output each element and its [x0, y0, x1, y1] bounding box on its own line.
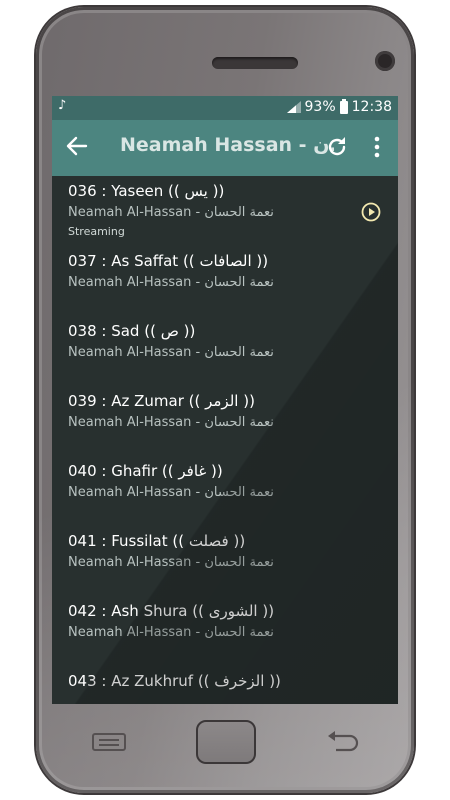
list-item[interactable]: 041 : Fussilat (( فصلت )) Neamah Al-Hass… — [52, 526, 398, 596]
list-item[interactable]: 038 : Sad (( ص )) Neamah Al-Hassan - نعم… — [52, 316, 398, 386]
track-title: 043 : Az Zukhruf (( الزخرف )) — [68, 672, 281, 690]
list-item[interactable]: 037 : As Saffat (( الصافات )) Neamah Al-… — [52, 246, 398, 316]
track-subtitle: Neamah Al-Hassan - نعمة الحسان — [68, 345, 274, 360]
list-item[interactable]: 039 : Az Zumar (( الزمر )) Neamah Al-Has… — [52, 386, 398, 456]
track-subtitle: Neamah Al-Hassan - نعمة الحسان — [68, 555, 274, 570]
list-item[interactable]: 042 : Ash Shura (( الشورى )) Neamah Al-H… — [52, 596, 398, 666]
menu-key-icon[interactable] — [92, 733, 126, 751]
battery-icon — [339, 98, 348, 114]
track-subtitle: Neamah Al-Hassan - نعمة الحسان — [68, 625, 274, 640]
speaker-grille — [212, 57, 298, 69]
back-key-icon[interactable] — [326, 730, 360, 752]
track-title: 036 : Yaseen (( يس )) — [68, 182, 225, 200]
clock: 12:38 — [351, 99, 392, 115]
streaming-status: Streaming — [68, 225, 125, 238]
play-icon[interactable] — [361, 202, 381, 222]
more-vert-icon[interactable] — [370, 134, 384, 160]
track-subtitle: Neamah Al-Hassan - نعمة الحسان — [68, 205, 274, 220]
track-title: 041 : Fussilat (( فصلت )) — [68, 532, 246, 550]
track-title: 037 : As Saffat (( الصافات )) — [68, 252, 269, 270]
signal-icon — [286, 101, 301, 113]
music-note-icon: ♪ — [58, 98, 67, 113]
refresh-icon[interactable] — [324, 134, 350, 160]
track-subtitle: Neamah Al-Hassan - نعمة الحسان — [68, 485, 274, 500]
track-title: 040 : Ghafir (( غافر )) — [68, 462, 223, 480]
phone-screen: ♪ 93% 12:38 Neamah Hassan - ن... 036 : — [52, 96, 398, 704]
track-title: 042 : Ash Shura (( الشورى )) — [68, 602, 275, 620]
track-title: 038 : Sad (( ص )) — [68, 322, 196, 340]
list-item[interactable]: 040 : Ghafir (( غافر )) Neamah Al-Hassan… — [52, 456, 398, 526]
battery-percent: 93% — [304, 99, 336, 115]
page-title: Neamah Hassan - ن... — [120, 134, 334, 156]
status-bar: ♪ 93% 12:38 — [52, 96, 398, 120]
track-subtitle: Neamah Al-Hassan - نعمة الحسان — [68, 275, 274, 290]
back-arrow-icon[interactable] — [64, 133, 90, 159]
list-item[interactable]: 036 : Yaseen (( يس )) Neamah Al-Hassan -… — [52, 176, 398, 246]
app-toolbar: Neamah Hassan - ن... — [52, 120, 398, 176]
track-subtitle: Neamah Al-Hassan - نعمة الحسان — [68, 415, 274, 430]
list-item[interactable]: 043 : Az Zukhruf (( الزخرف )) — [52, 666, 398, 704]
track-title: 039 : Az Zumar (( الزمر )) — [68, 392, 255, 410]
front-camera — [375, 51, 395, 71]
home-button[interactable] — [196, 720, 256, 764]
